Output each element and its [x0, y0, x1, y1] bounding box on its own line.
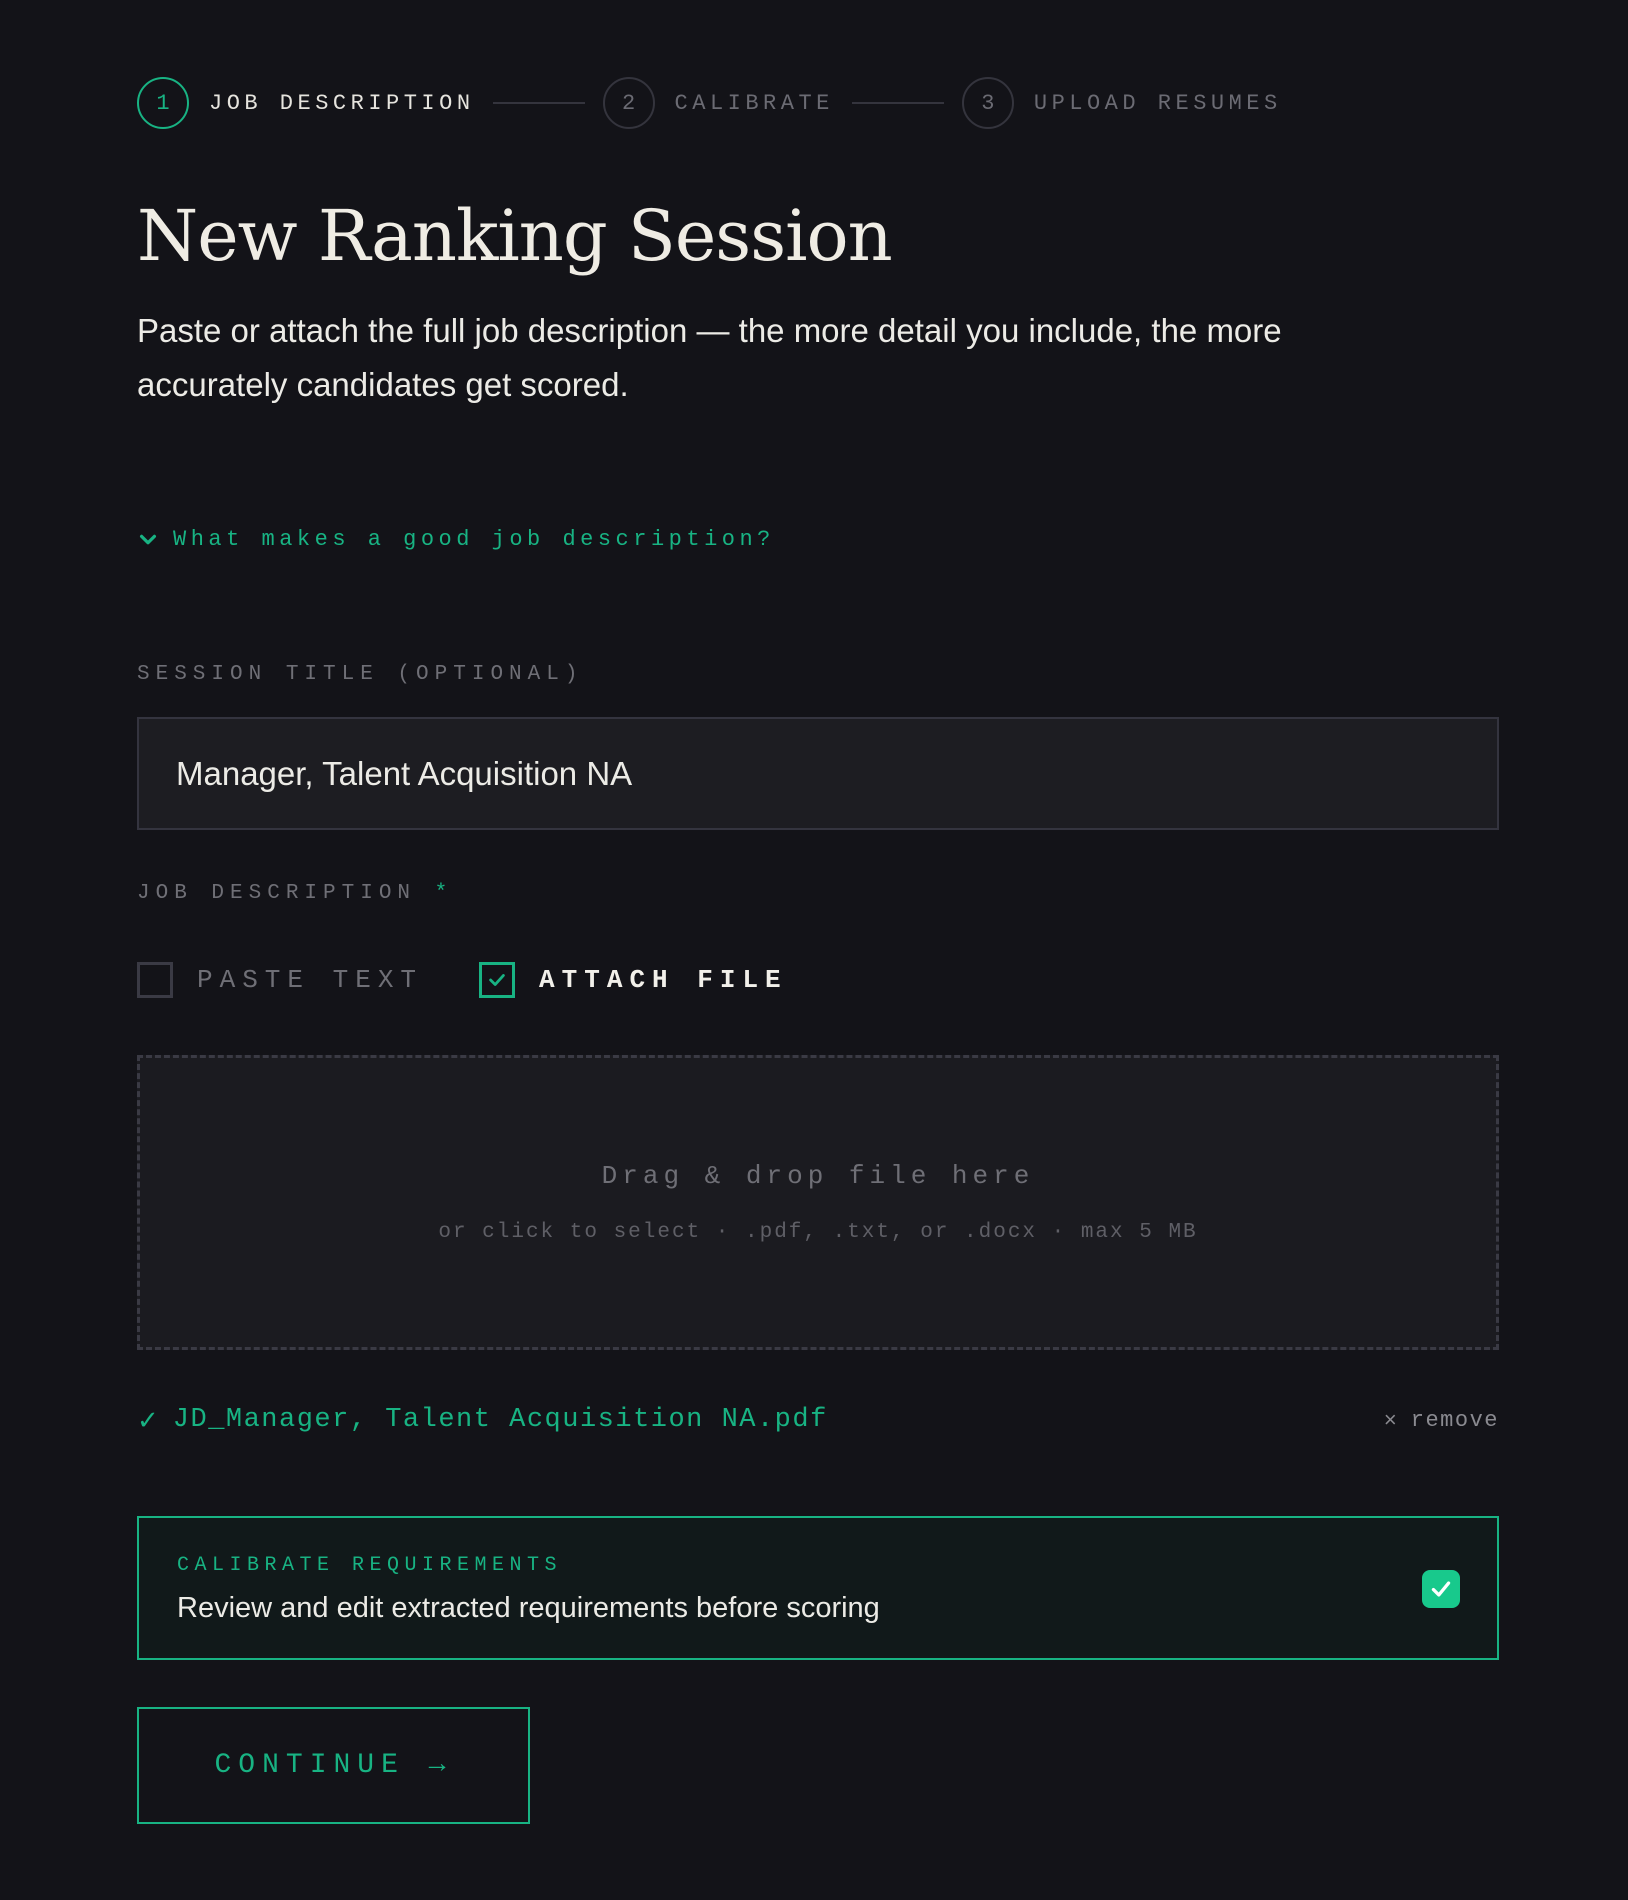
input-mode-selector: PASTE TEXT ATTACH FILE — [137, 962, 788, 998]
step-1-label[interactable]: JOB DESCRIPTION — [209, 91, 475, 116]
attach-file-option[interactable]: ATTACH FILE — [479, 962, 788, 998]
step-connector — [492, 102, 585, 104]
dropzone-title: Drag & drop file here — [601, 1161, 1035, 1191]
session-title-input[interactable] — [137, 717, 1499, 830]
paste-text-checkbox[interactable] — [137, 962, 173, 998]
remove-file-label: remove — [1410, 1407, 1499, 1433]
close-icon: × — [1383, 1407, 1397, 1432]
session-title-label: SESSION TITLE (OPTIONAL) — [137, 663, 584, 686]
help-toggle-label: What makes a good job description? — [173, 527, 775, 552]
dropzone-hint: or click to select · .pdf, .txt, or .doc… — [438, 1221, 1198, 1244]
step-3-label[interactable]: UPLOAD RESUMES — [1034, 91, 1282, 116]
step-2-circle[interactable]: 2 — [602, 77, 655, 129]
chevron-down-icon — [139, 534, 157, 544]
job-description-label-text: JOB DESCRIPTION — [137, 882, 417, 905]
step-1-circle[interactable]: 1 — [137, 77, 189, 129]
continue-button[interactable]: CONTINUE → — [137, 1707, 530, 1824]
calibrate-checkbox[interactable] — [1422, 1570, 1460, 1608]
attached-file-name: JD_Manager, Talent Acquisition NA.pdf — [172, 1405, 828, 1435]
calibrate-description: Review and edit extracted requirements b… — [177, 1592, 880, 1624]
stepper: 1 JOB DESCRIPTION 2 CALIBRATE 3 UPLOAD R… — [137, 75, 1282, 131]
page-title: New Ranking Session — [137, 195, 893, 277]
attached-file: ✓ JD_Manager, Talent Acquisition NA.pdf — [137, 1405, 828, 1436]
attach-file-checkbox[interactable] — [479, 962, 516, 998]
step-3-circle[interactable]: 3 — [961, 77, 1014, 129]
calibrate-kicker: CALIBRATE REQUIREMENTS — [177, 1554, 563, 1577]
page-subtitle: Paste or attach the full job description… — [137, 312, 1282, 403]
help-toggle[interactable]: What makes a good job description? — [137, 527, 775, 552]
checkmark-icon — [1431, 1581, 1451, 1597]
calibrate-requirements-option[interactable]: CALIBRATE REQUIREMENTS Review and edit e… — [137, 1516, 1499, 1660]
attached-file-row: ✓ JD_Manager, Talent Acquisition NA.pdf … — [137, 1400, 1499, 1440]
step-2-label[interactable]: CALIBRATE — [675, 91, 834, 116]
attach-file-label: ATTACH FILE — [539, 965, 788, 995]
paste-text-label: PASTE TEXT — [197, 965, 424, 995]
file-dropzone[interactable]: Drag & drop file here or click to select… — [137, 1055, 1499, 1350]
job-description-label: JOB DESCRIPTION * — [137, 882, 453, 905]
step-connector — [851, 102, 944, 104]
required-marker: * — [434, 882, 454, 905]
remove-file-button[interactable]: × remove — [1384, 1407, 1499, 1433]
paste-text-option[interactable]: PASTE TEXT — [137, 962, 423, 998]
checkmark-icon — [489, 974, 505, 986]
check-icon: ✓ — [137, 1404, 159, 1435]
